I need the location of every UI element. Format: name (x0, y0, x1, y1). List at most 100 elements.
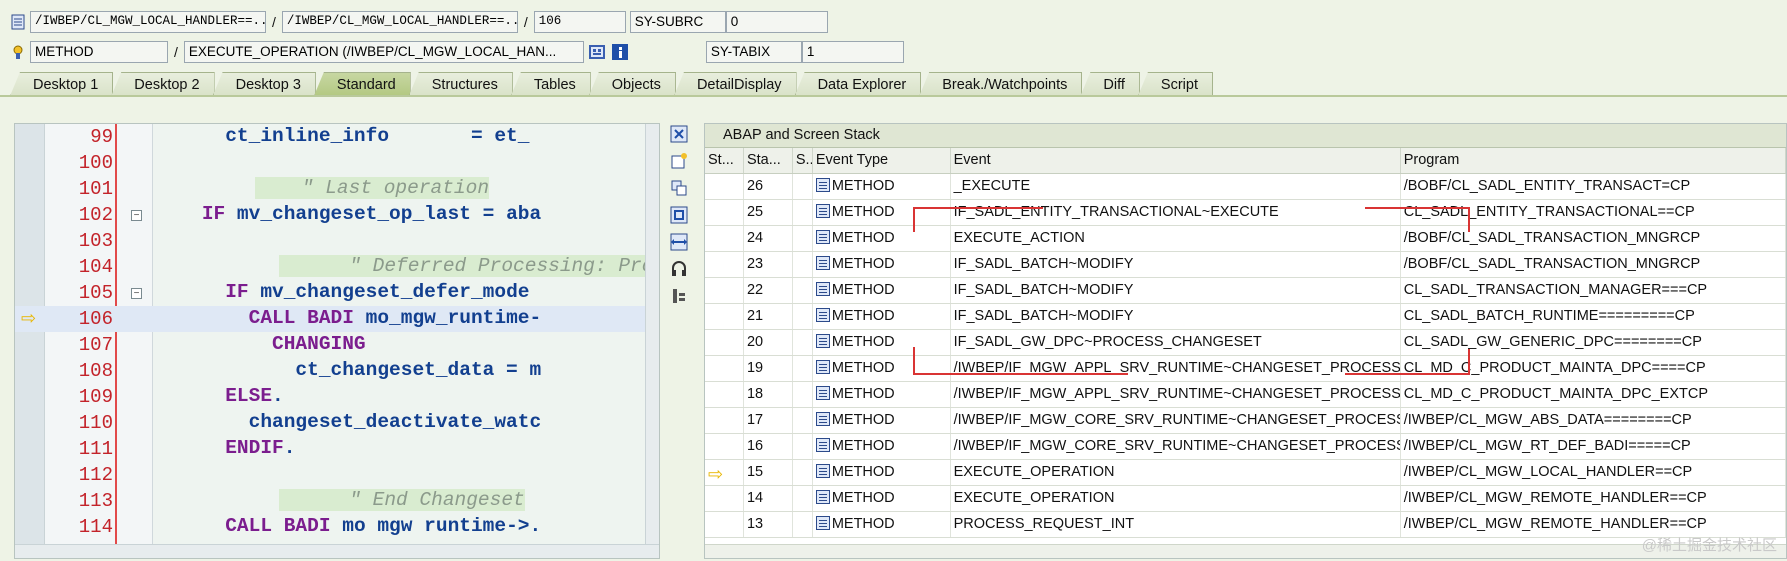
event-name[interactable]: PROCESS_REQUEST_INT (951, 512, 1401, 537)
stack-level: 19 (744, 356, 793, 381)
event-name[interactable]: EXECUTE_OPERATION (951, 486, 1401, 511)
code-line: 109 ELSE. (15, 384, 659, 410)
current-marker (705, 486, 744, 511)
fold-toggle-icon[interactable]: − (131, 288, 142, 299)
tab-desktop-3[interactable]: Desktop 3 (212, 72, 316, 96)
program-name[interactable]: /IWBEP/CL_MGW_REMOTE_HANDLER==CP (1401, 486, 1786, 511)
event-name[interactable]: IF_SADL_BATCH~MODIFY (951, 252, 1401, 277)
event-name[interactable]: EXECUTE_ACTION (951, 226, 1401, 251)
current-line-arrow-icon: ⇨ (21, 308, 37, 328)
stack-level: 13 (744, 512, 793, 537)
stack-row[interactable]: 24 METHOD EXECUTE_ACTION/BOBF/CL_SADL_TRAN… (705, 226, 1786, 252)
col-header[interactable]: Event (951, 148, 1401, 173)
var-name-field-2[interactable]: SY-TABIX (705, 41, 802, 63)
stack-horizontal-scrollbar[interactable] (705, 544, 1786, 558)
tab-diff[interactable]: Diff (1080, 72, 1140, 96)
services-icon[interactable] (668, 285, 690, 307)
event-type-field[interactable]: METHOD (30, 41, 168, 63)
var-value-field[interactable]: 0 (725, 11, 828, 33)
event-name-field[interactable]: EXECUTE_OPERATION (/IWBEP/CL_MGW_LOCAL_H… (183, 41, 584, 63)
var-name-field[interactable]: SY-SUBRC (629, 11, 726, 33)
program-name[interactable]: CL_SADL_ENTITY_TRANSACTIONAL==CP (1401, 200, 1786, 225)
headset-icon[interactable] (668, 258, 690, 280)
event-name[interactable]: _EXECUTE (951, 174, 1401, 199)
program-name[interactable]: CL_SADL_BATCH_RUNTIME=========CP (1401, 304, 1786, 329)
stack-row[interactable]: 25 METHOD IF_SADL_ENTITY_TRANSACTIONAL~EXE… (705, 200, 1786, 226)
event-name[interactable]: EXECUTE_OPERATION (951, 460, 1401, 485)
event-name[interactable]: IF_SADL_GW_DPC~PROCESS_CHANGESET (951, 330, 1401, 355)
event-type: METHOD (813, 512, 951, 537)
var-value-field-2[interactable]: 1 (801, 41, 904, 63)
tab-script[interactable]: Script (1137, 72, 1213, 96)
col-header[interactable]: St... (705, 148, 744, 173)
event-name[interactable]: IF_SADL_ENTITY_TRANSACTIONAL~EXECUTE (951, 200, 1401, 225)
event-icon (10, 44, 26, 60)
event-type: METHOD (813, 174, 951, 199)
tab-tables[interactable]: Tables (510, 72, 591, 96)
fold-toggle-icon[interactable]: − (131, 210, 142, 221)
stack-row[interactable]: 18 METHOD/IWBEP/IF_MGW_APPL_SRV_RUNTIME~C… (705, 382, 1786, 408)
swap-icon[interactable] (668, 231, 690, 253)
stack-row[interactable]: 14 METHOD EXECUTE_OPERATION/IWBEP/CL_MGW_R… (705, 486, 1786, 512)
stack-status (793, 330, 813, 355)
code-vertical-scrollbar[interactable] (645, 124, 659, 544)
tab-data-explorer[interactable]: Data Explorer (794, 72, 922, 96)
tab-desktop-2[interactable]: Desktop 2 (111, 72, 215, 96)
event-name[interactable]: IF_SADL_BATCH~MODIFY (951, 278, 1401, 303)
program-name[interactable]: CL_SADL_GW_GENERIC_DPC========CP (1401, 330, 1786, 355)
line-field[interactable]: 106 (533, 11, 626, 33)
program-field[interactable]: /IWBEP/CL_MGW_LOCAL_HANDLER==... (30, 11, 266, 33)
event-type-label: METHOD (831, 334, 895, 350)
program-name[interactable]: /BOBF/CL_SADL_TRANSACTION_MNGRCP (1401, 252, 1786, 277)
stack-row[interactable]: 21 METHOD IF_SADL_BATCH~MODIFY CL_SADL_BATC… (705, 304, 1786, 330)
current-marker (705, 330, 744, 355)
stack-row[interactable]: 23 METHOD IF_SADL_BATCH~MODIFY/BOBF/CL_SAD… (705, 252, 1786, 278)
tab-structures[interactable]: Structures (408, 72, 513, 96)
program-name[interactable]: /BOBF/CL_SADL_TRANSACTION_MNGRCP (1401, 226, 1786, 251)
program-name[interactable]: CL_MD_C_PRODUCT_MAINTA_DPC_EXTCP (1401, 382, 1786, 407)
stack-row[interactable]: 22 METHOD IF_SADL_BATCH~MODIFY CL_SADL_TRAN… (705, 278, 1786, 304)
program-name[interactable]: /IWBEP/CL_MGW_LOCAL_HANDLER==CP (1401, 460, 1786, 485)
program-name[interactable]: /IWBEP/CL_MGW_RT_DEF_BADI=====CP (1401, 434, 1786, 459)
col-header[interactable]: Event Type (813, 148, 951, 173)
stack-row[interactable]: 17 METHOD/IWBEP/IF_MGW_CORE_SRV_RUNTIME~C… (705, 408, 1786, 434)
stack-level: 21 (744, 304, 793, 329)
program-name[interactable]: CL_SADL_TRANSACTION_MANAGER===CP (1401, 278, 1786, 303)
replace-tool-icon[interactable] (668, 177, 690, 199)
code-text: CALL BADI mo_mgw_runtime- (248, 307, 542, 329)
source-code-panel[interactable]: 99 ct_inline_info = et_ 100 101 " Last o… (14, 123, 660, 559)
stack-row[interactable]: 19 METHOD/IWBEP/IF_MGW_APPL_SRV_RUNTIME~C… (705, 356, 1786, 382)
tab-objects[interactable]: Objects (588, 72, 676, 96)
event-name[interactable]: /IWBEP/IF_MGW_CORE_SRV_RUNTIME~CHANGESET… (951, 408, 1401, 433)
info-icon[interactable] (610, 42, 630, 62)
tab-breakpoints[interactable]: Break./Watchpoints (919, 72, 1083, 96)
display-object-icon[interactable] (587, 42, 607, 62)
stack-row[interactable]: 13 METHOD PROCESS_REQUEST_INT/IWBEP/CL_MGW… (705, 512, 1786, 538)
stack-row[interactable]: 26 METHOD _EXECUTE/BOBF/CL_SADL_ENTITY_TRA… (705, 174, 1786, 200)
stack-row[interactable]: ⇨ 15 METHOD EXECUTE_OPERATION/IWBEP/CL_MGW_… (705, 460, 1786, 486)
tab-detail-display[interactable]: DetailDisplay (673, 72, 797, 96)
new-tool-icon[interactable] (668, 150, 690, 172)
close-icon[interactable] (668, 123, 690, 145)
col-header[interactable]: S... (793, 148, 813, 173)
code-horizontal-scrollbar[interactable] (15, 544, 659, 558)
event-name[interactable]: /IWBEP/IF_MGW_APPL_SRV_RUNTIME~CHANGESET… (951, 356, 1401, 381)
stack-row[interactable]: 20 METHOD IF_SADL_GW_DPC~PROCESS_CHANGESET… (705, 330, 1786, 356)
tab-desktop-1[interactable]: Desktop 1 (10, 72, 114, 96)
col-header[interactable]: Sta... (744, 148, 793, 173)
program-name[interactable]: CL_MD_C_PRODUCT_MAINTA_DPC====CP (1401, 356, 1786, 381)
event-name[interactable]: IF_SADL_BATCH~MODIFY (951, 304, 1401, 329)
col-header[interactable]: Program (1401, 148, 1786, 173)
current-marker: ⇨ (705, 460, 744, 485)
event-name[interactable]: /IWBEP/IF_MGW_CORE_SRV_RUNTIME~CHANGESET… (951, 434, 1401, 459)
tab-standard[interactable]: Standard (313, 72, 411, 96)
event-name[interactable]: /IWBEP/IF_MGW_APPL_SRV_RUNTIME~CHANGESET… (951, 382, 1401, 407)
stack-level: 24 (744, 226, 793, 251)
maximize-icon[interactable] (668, 204, 690, 226)
program-name[interactable]: /BOBF/CL_SADL_ENTITY_TRANSACT=CP (1401, 174, 1786, 199)
include-field[interactable]: /IWBEP/CL_MGW_LOCAL_HANDLER==... (281, 11, 518, 33)
method-icon (815, 516, 830, 530)
code-comment: " End Changeset (279, 489, 525, 511)
program-name[interactable]: /IWBEP/CL_MGW_ABS_DATA========CP (1401, 408, 1786, 433)
stack-row[interactable]: 16 METHOD/IWBEP/IF_MGW_CORE_SRV_RUNTIME~C… (705, 434, 1786, 460)
